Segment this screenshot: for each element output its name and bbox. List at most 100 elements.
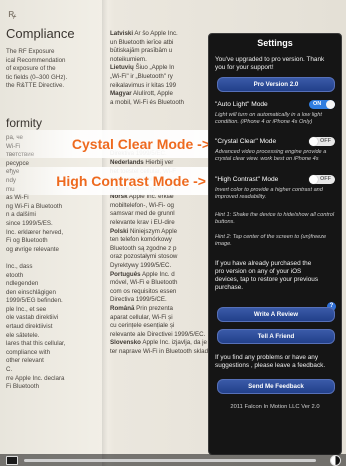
send-feedback-button[interactable]: Send Me Feedback	[217, 379, 335, 394]
language-name: Slovensko	[110, 339, 141, 347]
restore-message[interactable]: If you have already purchased the pro ve…	[215, 260, 321, 292]
doc-line-text: mobiltelefon-, Wi-Fi- og	[110, 201, 174, 209]
doc-line: ical Recommendation	[6, 56, 66, 64]
doc-line-text: „Wi-Fi" ir „Bluetooth" ry	[110, 72, 173, 80]
doc-line: Română Prin prezenta	[110, 305, 206, 314]
auto-light-label: "Auto Light" Mode	[215, 101, 268, 108]
doc-line: Magyar Alulírott, Apple	[110, 90, 206, 99]
doc-line-text: samsvar med de grunnl	[110, 210, 175, 218]
auto-light-description: Light will turn on automatically in a lo…	[215, 112, 322, 125]
logo-mark: ꝶ	[8, 8, 17, 20]
doc-line: Dyrektywy 1999/5/EC.	[110, 262, 206, 271]
doc-line-text: Dyrektywy 1999/5/EC.	[110, 262, 172, 270]
doc-line-text: Niniejszym Apple	[128, 227, 178, 235]
toggle-knob	[309, 137, 318, 146]
doc-line: Inc. erklærer herved,	[6, 228, 64, 236]
language-name: Latviski	[110, 30, 134, 37]
doc-line: ndlegenden	[6, 280, 39, 288]
upgrade-message: You've upgraded to pro version. Thank yo…	[215, 56, 325, 71]
doc-line: Directiva 1999/5/CE.	[110, 296, 206, 305]
doc-line-text: Alulírott, Apple	[131, 90, 173, 98]
version-credit: 2011 Falcon In Motion LLC Ver 2.0	[230, 404, 320, 410]
toggle-state: OFF	[320, 138, 331, 144]
high-contrast-label: "High Contrast" Mode	[215, 176, 279, 183]
doc-line-text: būtiskajām prasībām u	[110, 47, 173, 55]
doc-line: other relevant	[6, 357, 44, 365]
doc-line: of exposure of the	[6, 65, 56, 73]
doc-line: com os requisitos essen	[110, 288, 206, 297]
doc-line	[110, 107, 206, 116]
write-review-button[interactable]: Write A Review	[217, 307, 335, 322]
doc-line-text: relevante krav i EU-dire	[110, 219, 175, 227]
doc-line: ertaud direktiivist	[6, 323, 53, 331]
doc-line-text: Šiuo „Apple In	[133, 64, 175, 72]
doc-line: Bluetooth są zgodne z p	[110, 245, 206, 254]
high-contrast-description: Invert color to provide a higher contras…	[215, 187, 323, 200]
doc-line: būtiskajām prasībām u	[110, 47, 206, 56]
toggle-knob	[309, 175, 318, 184]
crystal-clear-toggle[interactable]: OFF	[309, 137, 335, 146]
callout-crystal-clear: Cystal Clear Mode ->	[0, 130, 214, 158]
doc-line: un Bluetooth ierīce atbi	[110, 39, 206, 48]
hint-shake: Hint 1: Shake the device to hide/show al…	[215, 212, 335, 225]
doc-line-text: Apple Inc. d	[140, 270, 175, 278]
high-contrast-toggle[interactable]: OFF	[309, 175, 335, 184]
doc-line-text: oraz pozostałymi stosow	[110, 253, 178, 261]
doc-line: ele sätetele.	[6, 331, 40, 339]
doc-line: Latviski Ar šo Apple Inc.	[110, 30, 206, 39]
doc-line: oraz pozostałymi stosow	[110, 253, 206, 262]
zoom-slider[interactable]	[24, 459, 316, 462]
pro-version-button[interactable]: Pro Version 2.0	[217, 77, 335, 92]
doc-line: etooth	[6, 271, 24, 279]
doc-line: ple Inc., et see	[6, 305, 47, 313]
doc-line-text: Ar šo Apple Inc.	[133, 30, 178, 37]
doc-line-text: Directiva 1999/5/CE.	[110, 296, 167, 304]
doc-line: „Wi-Fi" ir „Bluetooth" ry	[110, 73, 206, 82]
toggle-state: ON	[313, 101, 322, 107]
doc-line-text: Bluetooth są zgodne z p	[110, 244, 177, 252]
language-name: Nederlands	[110, 158, 144, 166]
contrast-icon[interactable]	[330, 455, 341, 466]
doc-line: n a dalšími	[6, 211, 36, 219]
language-name: Magyar	[110, 90, 132, 98]
camera-icon[interactable]	[6, 456, 18, 465]
doc-line: reikalavimus ir kitas 199	[110, 82, 206, 91]
auto-light-toggle[interactable]: ON	[309, 100, 335, 109]
doc-line: Fi og Bluetooth	[6, 237, 48, 245]
crystal-clear-description: Advanced video processing engine provide…	[215, 149, 327, 162]
doc-line: compliance with	[6, 348, 51, 356]
doc-line-text: Hierbij ver	[143, 158, 174, 166]
doc-line: 1999/5/EG befinden.	[6, 297, 63, 305]
doc-line: ng Wi-Fi a Bluetooth	[6, 202, 63, 210]
doc-line: as Wi-Fi	[6, 194, 29, 202]
doc-line: og øvrige relevante	[6, 245, 59, 253]
doc-line: ole vastab direktiivi	[6, 314, 59, 322]
language-name: Polski	[110, 227, 129, 235]
doc-line	[110, 116, 206, 125]
settings-panel: Settings You've upgraded to pro version.…	[208, 33, 342, 455]
doc-line: den einschlägigen	[6, 288, 56, 296]
doc-line: mobiltelefon-, Wi-Fi- og	[110, 202, 206, 211]
feedback-message: If you find any problems or have any sug…	[215, 354, 326, 369]
doc-line: Inc., dass	[6, 262, 33, 270]
doc-line: C.	[6, 366, 13, 374]
doc-line: Polski Niniejszym Apple	[110, 228, 206, 237]
toggle-knob	[326, 100, 335, 109]
crystal-clear-label: "Crystal Clear" Mode	[215, 138, 277, 145]
doc-line-text: móvel, Wi-Fi e Bluetooth	[110, 279, 178, 287]
callout-high-contrast: High Contrast Mode ->	[0, 167, 210, 195]
doc-line: relevante krav i EU-dire	[110, 219, 206, 228]
tell-friend-button[interactable]: Tell A Friend	[217, 329, 335, 344]
doc-line: rre Apple Inc. declara	[6, 374, 65, 382]
doc-heading-conformity: formity	[6, 116, 42, 130]
doc-line-text: ten telefon komórkowy	[110, 236, 172, 244]
doc-line-text: aparat cellular, Wi-Fi și	[110, 313, 173, 321]
doc-line: ter naprave Wi-Fi in Bluetooth skladne z…	[110, 348, 249, 357]
doc-line-text: Prin prezenta	[134, 305, 173, 312]
doc-line-text: com os requisitos essen	[110, 287, 177, 295]
doc-left-column-top: The RF Exposure ical Recommendation of e…	[6, 48, 104, 91]
doc-line: samsvar med de grunnl	[110, 210, 206, 219]
doc-line: aparat cellular, Wi-Fi și	[110, 314, 206, 323]
doc-heading-compliance: Compliance	[6, 26, 75, 41]
hint-tap: Hint 2: Tap center of the screen to (un)…	[215, 234, 327, 247]
